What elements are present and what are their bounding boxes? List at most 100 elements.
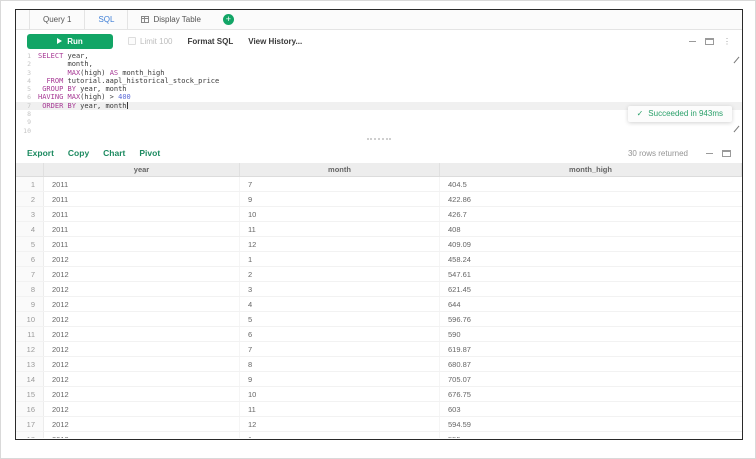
table-row[interactable]: 16201211603 — [16, 402, 742, 417]
table-row[interactable]: 820123621.45 — [16, 282, 742, 297]
table-row[interactable]: 1020125596.76 — [16, 312, 742, 327]
add-query-button[interactable]: + — [223, 14, 234, 25]
month-cell: 1 — [240, 432, 440, 438]
copy-button[interactable]: Copy — [68, 148, 89, 158]
month-high-cell: 409.09 — [440, 237, 742, 251]
view-history-button[interactable]: View History... — [248, 37, 302, 46]
month-high-cell: 644 — [440, 297, 742, 311]
code-line[interactable]: 5 GROUP BY year, month — [16, 85, 742, 93]
year-cell: 2012 — [44, 417, 240, 431]
checkbox-icon[interactable] — [128, 37, 136, 45]
line-number: 9 — [16, 118, 38, 126]
collapse-icon[interactable] — [706, 153, 713, 154]
line-number: 4 — [16, 77, 38, 85]
collapse-icon[interactable] — [689, 41, 696, 42]
pivot-button[interactable]: Pivot — [139, 148, 160, 158]
code-line[interactable]: 3 MAX(high) AS month_high — [16, 69, 742, 77]
year-cell: 2012 — [44, 357, 240, 371]
year-cell: 2011 — [44, 222, 240, 236]
tab-label: SQL — [98, 15, 114, 24]
row-number: 17 — [16, 417, 44, 431]
run-button[interactable]: Run — [27, 34, 113, 49]
table-row[interactable]: 120117404.5 — [16, 177, 742, 192]
month-cell: 4 — [240, 297, 440, 311]
export-button[interactable]: Export — [27, 148, 54, 158]
month-cell: 9 — [240, 192, 440, 206]
table-row[interactable]: 720122547.61 — [16, 267, 742, 282]
row-number-header — [16, 163, 44, 176]
month-cell: 3 — [240, 282, 440, 296]
year-cell: 2011 — [44, 237, 240, 251]
code-text: ORDER BY year, month — [38, 102, 128, 110]
format-sql-button[interactable]: Format SQL — [187, 37, 233, 46]
row-number: 13 — [16, 357, 44, 371]
row-number: 5 — [16, 237, 44, 251]
table-row[interactable]: 17201212594.59 — [16, 417, 742, 432]
text-cursor — [127, 102, 128, 109]
month-cell: 12 — [240, 417, 440, 431]
table-row[interactable]: 3201110426.7 — [16, 207, 742, 222]
tab-query-1[interactable]: Query 1 — [29, 10, 84, 29]
pane-splitter[interactable] — [16, 135, 742, 143]
tab-display-table[interactable]: Display Table — [127, 10, 213, 29]
month-cell: 5 — [240, 312, 440, 326]
year-cell: 2012 — [44, 402, 240, 416]
table-row[interactable]: 920124644 — [16, 297, 742, 312]
sql-code-editor[interactable]: 1SELECT year,2 month,3 MAX(high) AS mont… — [16, 52, 742, 135]
sql-editor-window: Query 1 SQL Display Table + Run Limit 10… — [15, 9, 743, 440]
month-high-cell: 458.24 — [440, 252, 742, 266]
row-number: 11 — [16, 327, 44, 341]
month-high-cell: 680.87 — [440, 357, 742, 371]
month-cell: 11 — [240, 402, 440, 416]
month-cell: 1 — [240, 252, 440, 266]
tab-sql[interactable]: SQL — [84, 10, 127, 29]
table-row[interactable]: 620121458.24 — [16, 252, 742, 267]
chart-button[interactable]: Chart — [103, 148, 125, 158]
table-row[interactable]: 1220127619.87 — [16, 342, 742, 357]
results-table: year month month_high 120117404.52201194… — [16, 163, 742, 438]
year-cell: 2012 — [44, 252, 240, 266]
column-header-month-high[interactable]: month_high — [440, 163, 742, 176]
month-high-cell: 555 — [440, 432, 742, 438]
table-row[interactable]: 1120126590 — [16, 327, 742, 342]
table-row[interactable]: 15201210676.75 — [16, 387, 742, 402]
column-header-year[interactable]: year — [44, 163, 240, 176]
month-cell: 8 — [240, 357, 440, 371]
month-cell: 10 — [240, 387, 440, 401]
month-cell: 10 — [240, 207, 440, 221]
expand-window-icon[interactable] — [705, 38, 714, 45]
year-cell: 2013 — [44, 432, 240, 438]
table-row[interactable]: 1420129705.07 — [16, 372, 742, 387]
code-line[interactable]: 6HAVING MAX(high) > 400 — [16, 93, 742, 101]
tab-label: Display Table — [153, 15, 200, 24]
row-number: 1 — [16, 177, 44, 191]
column-header-month[interactable]: month — [240, 163, 440, 176]
code-text: FROM tutorial.aapl_historical_stock_pric… — [38, 77, 219, 85]
table-row[interactable]: 1320128680.87 — [16, 357, 742, 372]
expand-window-icon[interactable] — [722, 150, 731, 157]
code-line[interactable]: 2 month, — [16, 60, 742, 68]
line-number: 2 — [16, 60, 38, 68]
code-line[interactable]: 10 — [16, 127, 742, 135]
row-number: 14 — [16, 372, 44, 386]
month-high-cell: 619.87 — [440, 342, 742, 356]
table-row[interactable]: 5201112409.09 — [16, 237, 742, 252]
month-cell: 2 — [240, 267, 440, 281]
tab-label: Query 1 — [43, 15, 71, 24]
code-line[interactable]: 4 FROM tutorial.aapl_historical_stock_pr… — [16, 77, 742, 85]
limit-toggle[interactable]: Limit 100 — [128, 37, 172, 46]
code-text: month, — [38, 60, 93, 68]
code-line[interactable]: 1SELECT year, — [16, 52, 742, 60]
table-row[interactable]: 4201111408 — [16, 222, 742, 237]
row-number: 8 — [16, 282, 44, 296]
results-icons — [706, 150, 731, 157]
line-number: 5 — [16, 85, 38, 93]
line-number: 3 — [16, 69, 38, 77]
year-cell: 2012 — [44, 312, 240, 326]
table-row[interactable]: 220119422.86 — [16, 192, 742, 207]
kebab-menu-icon[interactable]: ⋮ — [723, 38, 731, 45]
month-cell: 12 — [240, 237, 440, 251]
month-high-cell: 547.61 — [440, 267, 742, 281]
row-number: 12 — [16, 342, 44, 356]
table-row[interactable]: 1820131555 — [16, 432, 742, 438]
